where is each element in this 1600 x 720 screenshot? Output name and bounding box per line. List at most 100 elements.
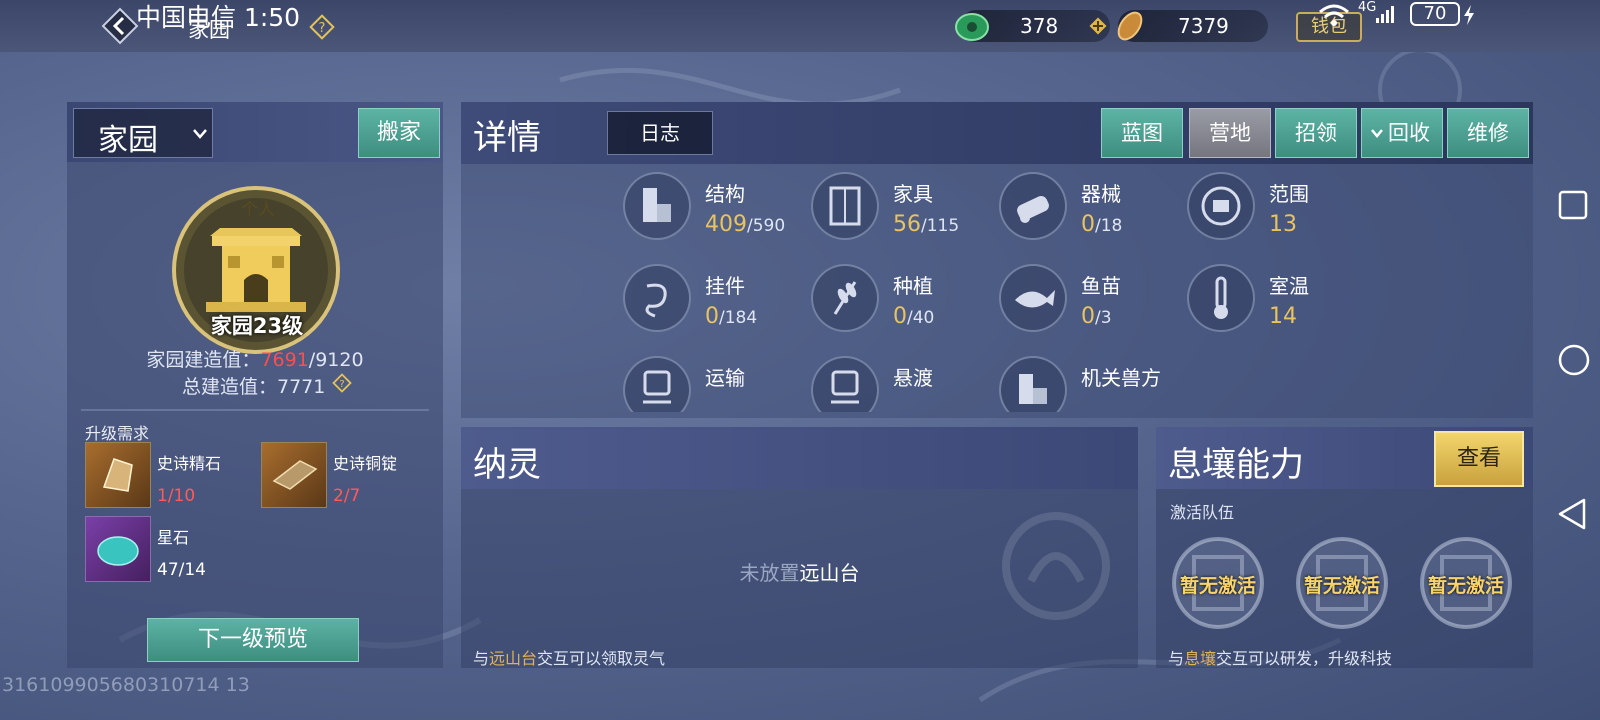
coin-amount: 7379 <box>1178 14 1229 38</box>
tab-camp[interactable]: 营地 <box>1189 108 1271 158</box>
ability-panel: 息壤能力 查看 激活队伍 暂无激活 暂无激活 暂无激活 与息壤交互可以研发，升级… <box>1156 427 1533 668</box>
soul-empty-state: 未放置远山台 <box>461 557 1138 586</box>
soul-title: 纳灵 <box>473 445 541 485</box>
stat-label: 挂件 <box>705 274 745 298</box>
help-button[interactable]: ? <box>309 14 335 44</box>
stat-machinery: 器械 0/18 <box>999 172 1179 258</box>
material-epic-ingot[interactable] <box>261 442 327 508</box>
transport-icon <box>623 356 691 412</box>
jade-amount: 378 <box>1020 14 1059 38</box>
suspension-icon <box>811 356 879 412</box>
stat-value: 0/3 <box>1081 304 1112 329</box>
build-value-current: 7691 <box>260 349 309 371</box>
coin-icon <box>1117 11 1143 41</box>
next-level-preview-button[interactable]: 下一级预览 <box>147 618 359 662</box>
tab-recycle-label: 回收 <box>1388 121 1430 145</box>
user-id: 316109905680310714 13 <box>2 674 250 696</box>
tab-blueprint[interactable]: 蓝图 <box>1101 108 1183 158</box>
add-jade-icon[interactable] <box>1088 16 1108 36</box>
signal-icon <box>1376 6 1394 23</box>
epic-ingot-icon <box>272 460 318 490</box>
stat-value: 409/590 <box>705 212 786 237</box>
stat-value: 0/184 <box>705 304 758 329</box>
stat-value: 56/115 <box>893 212 960 237</box>
move-home-button[interactable]: 搬家 <box>358 108 440 158</box>
view-button[interactable]: 查看 <box>1434 431 1524 487</box>
chevron-down-icon <box>193 129 207 139</box>
stat-range: 范围 13 <box>1187 172 1367 258</box>
svg-text:?: ? <box>339 379 344 390</box>
soul-empty-target[interactable]: 远山台 <box>800 561 860 585</box>
structure-icon <box>623 172 691 240</box>
ability-tip-link[interactable]: 息壤 <box>1184 649 1216 668</box>
thermometer-icon <box>1187 264 1255 332</box>
material-count: 2/7 <box>333 486 361 506</box>
stat-label: 结构 <box>705 182 745 206</box>
build-value: 家园建造值：7691/9120 <box>67 345 443 372</box>
log-tab[interactable]: 日志 <box>607 111 713 155</box>
stat-pendant: 挂件 0/184 <box>623 264 803 350</box>
tab-claim[interactable]: 招领 <box>1275 108 1357 158</box>
ability-title: 息壤能力 <box>1168 445 1304 485</box>
home-nav-icon[interactable] <box>1556 342 1596 382</box>
stat-label: 鱼苗 <box>1081 274 1121 298</box>
stat-label: 器械 <box>1081 182 1121 206</box>
material-name: 星石 <box>157 528 190 547</box>
fish-icon <box>999 264 1067 332</box>
machinery-icon <box>999 172 1067 240</box>
material-count: 47/14 <box>157 560 206 580</box>
stat-value: 13 <box>1269 212 1297 237</box>
build-value-label: 家园建造值： <box>146 349 261 371</box>
soul-tip-link[interactable]: 远山台 <box>489 649 537 668</box>
details-panel: 详情 日志 蓝图 营地 招领 回收 维修 结构 409/590 家具 56/11… <box>461 102 1533 418</box>
soul-empty-dim: 未放置 <box>739 561 800 585</box>
material-count: 1/10 <box>157 486 196 506</box>
material-name: 史诗精石 <box>157 454 222 473</box>
ability-slot[interactable]: 暂无激活 <box>1418 535 1514 631</box>
material-name: 史诗铜锭 <box>333 454 398 473</box>
slot-status: 暂无激活 <box>1303 575 1380 597</box>
currency-coin: 7379 <box>1117 10 1268 42</box>
stat-value: 0/40 <box>893 304 935 329</box>
divider <box>81 409 429 411</box>
home-panel-header: 家园 搬家 <box>67 102 443 162</box>
ability-slot[interactable]: 暂无激活 <box>1294 535 1390 631</box>
tab-repair[interactable]: 维修 <box>1447 108 1529 158</box>
help-icon[interactable]: ? <box>332 373 352 393</box>
chevron-down-icon <box>1371 129 1383 138</box>
planting-icon <box>811 264 879 332</box>
back-nav-icon[interactable] <box>1556 496 1596 536</box>
stat-label: 机关兽方 <box>1081 366 1161 390</box>
stat-label: 悬渡 <box>893 366 933 390</box>
stat-temperature: 室温 14 <box>1187 264 1367 350</box>
charging-icon <box>1464 5 1474 25</box>
home-panel: 家园 搬家 个人 家园23级 家园建造值：7691/9120 总建造值：7771… <box>67 102 443 668</box>
pendant-icon <box>623 264 691 332</box>
svg-text:?: ? <box>319 21 326 36</box>
currency-jade: 378 <box>955 10 1110 42</box>
stat-structure: 结构 409/590 <box>623 172 803 258</box>
stat-label: 种植 <box>893 274 933 298</box>
stat-value: 0/18 <box>1081 212 1123 237</box>
battery-indicator: 70 <box>1410 2 1460 26</box>
slot-status: 暂无激活 <box>1427 575 1504 597</box>
details-header: 详情 日志 蓝图 营地 招领 回收 维修 <box>461 102 1533 164</box>
home-selector[interactable]: 家园 <box>73 108 213 158</box>
soul-tip: 与远山台交互可以领取灵气 <box>473 649 666 668</box>
back-button[interactable] <box>100 6 140 46</box>
star-stone-icon <box>97 536 139 566</box>
build-value-max: /9120 <box>308 349 364 371</box>
ability-slot[interactable]: 暂无激活 <box>1170 535 1266 631</box>
stat-label: 范围 <box>1269 182 1309 206</box>
material-epic-stone[interactable] <box>85 442 151 508</box>
jade-icon <box>955 13 989 41</box>
help-icon: ? <box>309 14 335 40</box>
recent-apps-icon[interactable] <box>1556 188 1592 224</box>
tab-recycle[interactable]: 回收 <box>1361 108 1443 158</box>
ability-tip: 与息壤交互可以研发，升级科技 <box>1168 649 1393 668</box>
mech-beast-icon <box>999 356 1067 412</box>
material-star-stone[interactable] <box>85 516 151 582</box>
stat-label: 运输 <box>705 366 745 390</box>
range-icon <box>1187 172 1255 240</box>
stat-value: 14 <box>1269 304 1297 329</box>
